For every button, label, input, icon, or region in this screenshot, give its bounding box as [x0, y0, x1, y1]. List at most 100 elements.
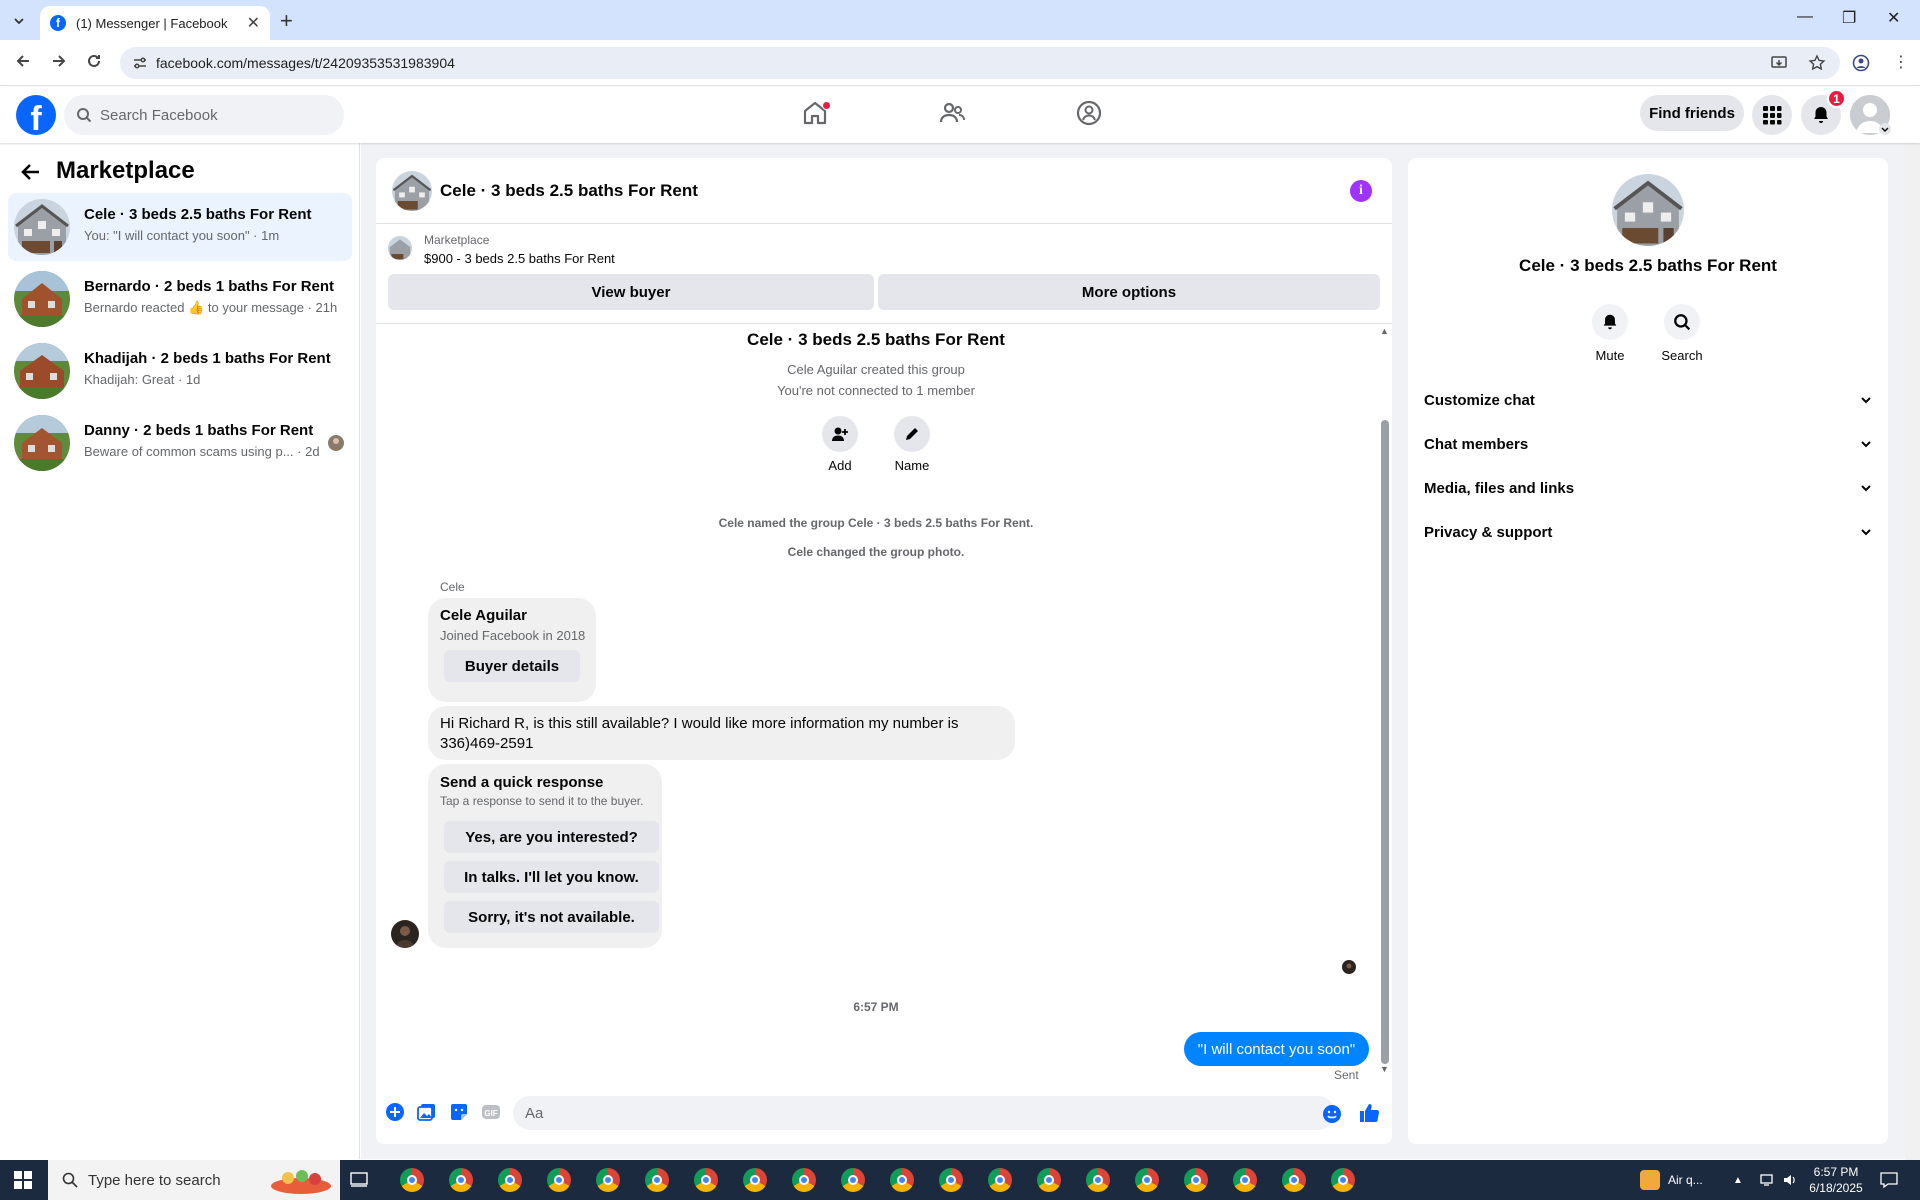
name-group-button[interactable]: Name — [882, 416, 942, 473]
chat-details-panel: Cele · 3 beds 2.5 baths For Rent Mute Se… — [1408, 158, 1888, 1144]
volume-icon[interactable] — [1782, 1172, 1798, 1188]
menu-button[interactable] — [1752, 95, 1792, 135]
sent-message[interactable]: "I will contact you soon" — [1184, 1032, 1369, 1066]
minimize-button[interactable]: — — [1797, 8, 1813, 26]
conversation-item[interactable]: Cele · 3 beds 2.5 baths For Rent You: "I… — [8, 193, 352, 261]
chrome-app-icon[interactable] — [1184, 1168, 1208, 1192]
find-friends-button[interactable]: Find friends — [1640, 95, 1744, 131]
grid-menu-icon — [1763, 106, 1782, 125]
chrome-app-icon[interactable] — [1331, 1168, 1355, 1192]
chrome-app-icon[interactable] — [449, 1168, 473, 1192]
customize-chat-item[interactable]: Customize chat — [1424, 382, 1872, 418]
privacy-support-item[interactable]: Privacy & support — [1424, 514, 1872, 550]
tab-close-icon[interactable]: ✕ — [247, 13, 260, 33]
notification-center-icon[interactable] — [1880, 1172, 1898, 1188]
back-button[interactable] — [14, 52, 32, 70]
quick-response-not-available-button[interactable]: Sorry, it's not available. — [444, 901, 659, 933]
back-arrow-icon[interactable] — [20, 161, 42, 183]
show-hidden-icons[interactable]: ▲ — [1733, 1174, 1743, 1186]
quick-response-in-talks-button[interactable]: In talks. I'll let you know. — [444, 861, 659, 893]
photo-icon[interactable] — [417, 1102, 437, 1122]
browser-menu-icon[interactable]: ⋮ — [1893, 52, 1909, 72]
friends-icon[interactable] — [938, 99, 966, 127]
name-label: Name — [894, 458, 930, 473]
task-view-icon[interactable] — [350, 1172, 368, 1188]
thumbs-up-icon[interactable] — [1358, 1102, 1380, 1124]
chrome-app-icon[interactable] — [498, 1168, 522, 1192]
clock[interactable]: 6:57 PM 6/18/2025 — [1806, 1164, 1866, 1196]
page-scrollbar[interactable] — [1905, 88, 1920, 1160]
group-photo-large[interactable] — [1612, 174, 1684, 246]
chevron-down-icon — [1861, 441, 1871, 448]
chrome-app-icon[interactable] — [1233, 1168, 1257, 1192]
scrollbar-thumb[interactable] — [1381, 420, 1389, 1064]
gif-icon[interactable]: GIF — [481, 1102, 501, 1122]
tab-search-button[interactable] — [8, 10, 30, 32]
message-input[interactable]: Aa — [513, 1096, 1335, 1130]
url-field[interactable]: facebook.com/messages/t/2420935353198390… — [120, 47, 1840, 79]
group-photo[interactable] — [392, 171, 432, 211]
buyer-details-button[interactable]: Buyer details — [444, 650, 580, 682]
mute-button[interactable]: Mute — [1580, 304, 1640, 363]
chrome-app-icon[interactable] — [400, 1168, 424, 1192]
account-chevron-icon[interactable] — [1879, 123, 1891, 135]
chrome-app-icon[interactable] — [841, 1168, 865, 1192]
chrome-app-icon[interactable] — [743, 1168, 767, 1192]
conversation-item[interactable]: Danny · 2 beds 1 baths For Rent Beware o… — [8, 409, 352, 477]
section-label: Chat members — [1424, 435, 1529, 453]
conversation-title: Bernardo · 2 beds 1 baths For Rent — [84, 278, 335, 295]
chrome-app-icon[interactable] — [694, 1168, 718, 1192]
sticker-icon[interactable] — [449, 1102, 469, 1122]
chrome-app-icon[interactable] — [645, 1168, 669, 1192]
chat-scrollbar[interactable]: ▲ ▼ — [1378, 324, 1390, 1080]
chat-title[interactable]: Cele · 3 beds 2.5 baths For Rent — [440, 181, 698, 201]
chrome-app-icon[interactable] — [1135, 1168, 1159, 1192]
listing-price[interactable]: $900 - 3 beds 2.5 baths For Rent — [424, 251, 615, 266]
profile-icon[interactable] — [1852, 54, 1870, 72]
reload-button[interactable] — [85, 52, 103, 70]
forward-button[interactable] — [50, 52, 68, 70]
emoji-icon[interactable] — [1322, 1104, 1342, 1124]
chat-members-item[interactable]: Chat members — [1424, 426, 1872, 462]
chrome-app-icon[interactable] — [792, 1168, 816, 1192]
chrome-app-icon[interactable] — [939, 1168, 963, 1192]
search-placeholder: Search Facebook — [100, 106, 218, 124]
chrome-app-icon[interactable] — [1037, 1168, 1061, 1192]
pencil-icon — [906, 428, 918, 440]
new-tab-button[interactable]: + — [280, 8, 293, 34]
conversation-item[interactable]: Khadijah · 2 beds 1 baths For Rent Khadi… — [8, 337, 352, 405]
search-icon — [62, 1172, 78, 1188]
media-files-links-item[interactable]: Media, files and links — [1424, 470, 1872, 506]
groups-icon[interactable] — [1075, 99, 1103, 127]
restore-button[interactable]: ❐ — [1842, 8, 1856, 28]
listing-house-thumbnail — [14, 199, 70, 255]
chrome-app-icon[interactable] — [890, 1168, 914, 1192]
close-window-button[interactable]: ✕ — [1887, 8, 1900, 28]
group-photo-event: Cele changed the group photo. — [787, 545, 965, 559]
buyer-message: Hi Richard R, is this still available? I… — [428, 706, 1015, 760]
section-label: Customize chat — [1424, 391, 1535, 409]
more-options-button[interactable]: More options — [878, 274, 1380, 310]
quick-response-yes-button[interactable]: Yes, are you interested? — [444, 821, 659, 853]
plus-circle-icon[interactable] — [385, 1102, 405, 1122]
buyer-avatar[interactable] — [391, 920, 419, 948]
facebook-logo[interactable]: f — [16, 95, 56, 135]
add-member-button[interactable]: Add — [810, 416, 870, 473]
chrome-app-icon[interactable] — [1282, 1168, 1306, 1192]
quick-response-title: Send a quick response — [440, 774, 604, 791]
search-conversation-button[interactable]: Search — [1652, 304, 1712, 363]
taskbar-search-input[interactable]: Type here to search — [48, 1160, 340, 1200]
facebook-search-input[interactable]: Search Facebook — [64, 95, 344, 135]
chrome-app-icon[interactable] — [988, 1168, 1012, 1192]
view-buyer-button[interactable]: View buyer — [388, 274, 874, 310]
chrome-app-icon[interactable] — [596, 1168, 620, 1192]
chrome-app-icon[interactable] — [1086, 1168, 1110, 1192]
network-icon[interactable] — [1760, 1173, 1776, 1187]
weather-text[interactable]: Air q... — [1668, 1160, 1703, 1200]
info-icon[interactable]: i — [1350, 180, 1372, 202]
windows-start-icon[interactable] — [14, 1171, 32, 1189]
browser-tab[interactable]: f (1) Messenger | Facebook ✕ — [40, 6, 270, 40]
chrome-app-icon[interactable] — [547, 1168, 571, 1192]
search-icon — [77, 108, 92, 123]
conversation-item[interactable]: Bernardo · 2 beds 1 baths For Rent Berna… — [8, 265, 352, 333]
